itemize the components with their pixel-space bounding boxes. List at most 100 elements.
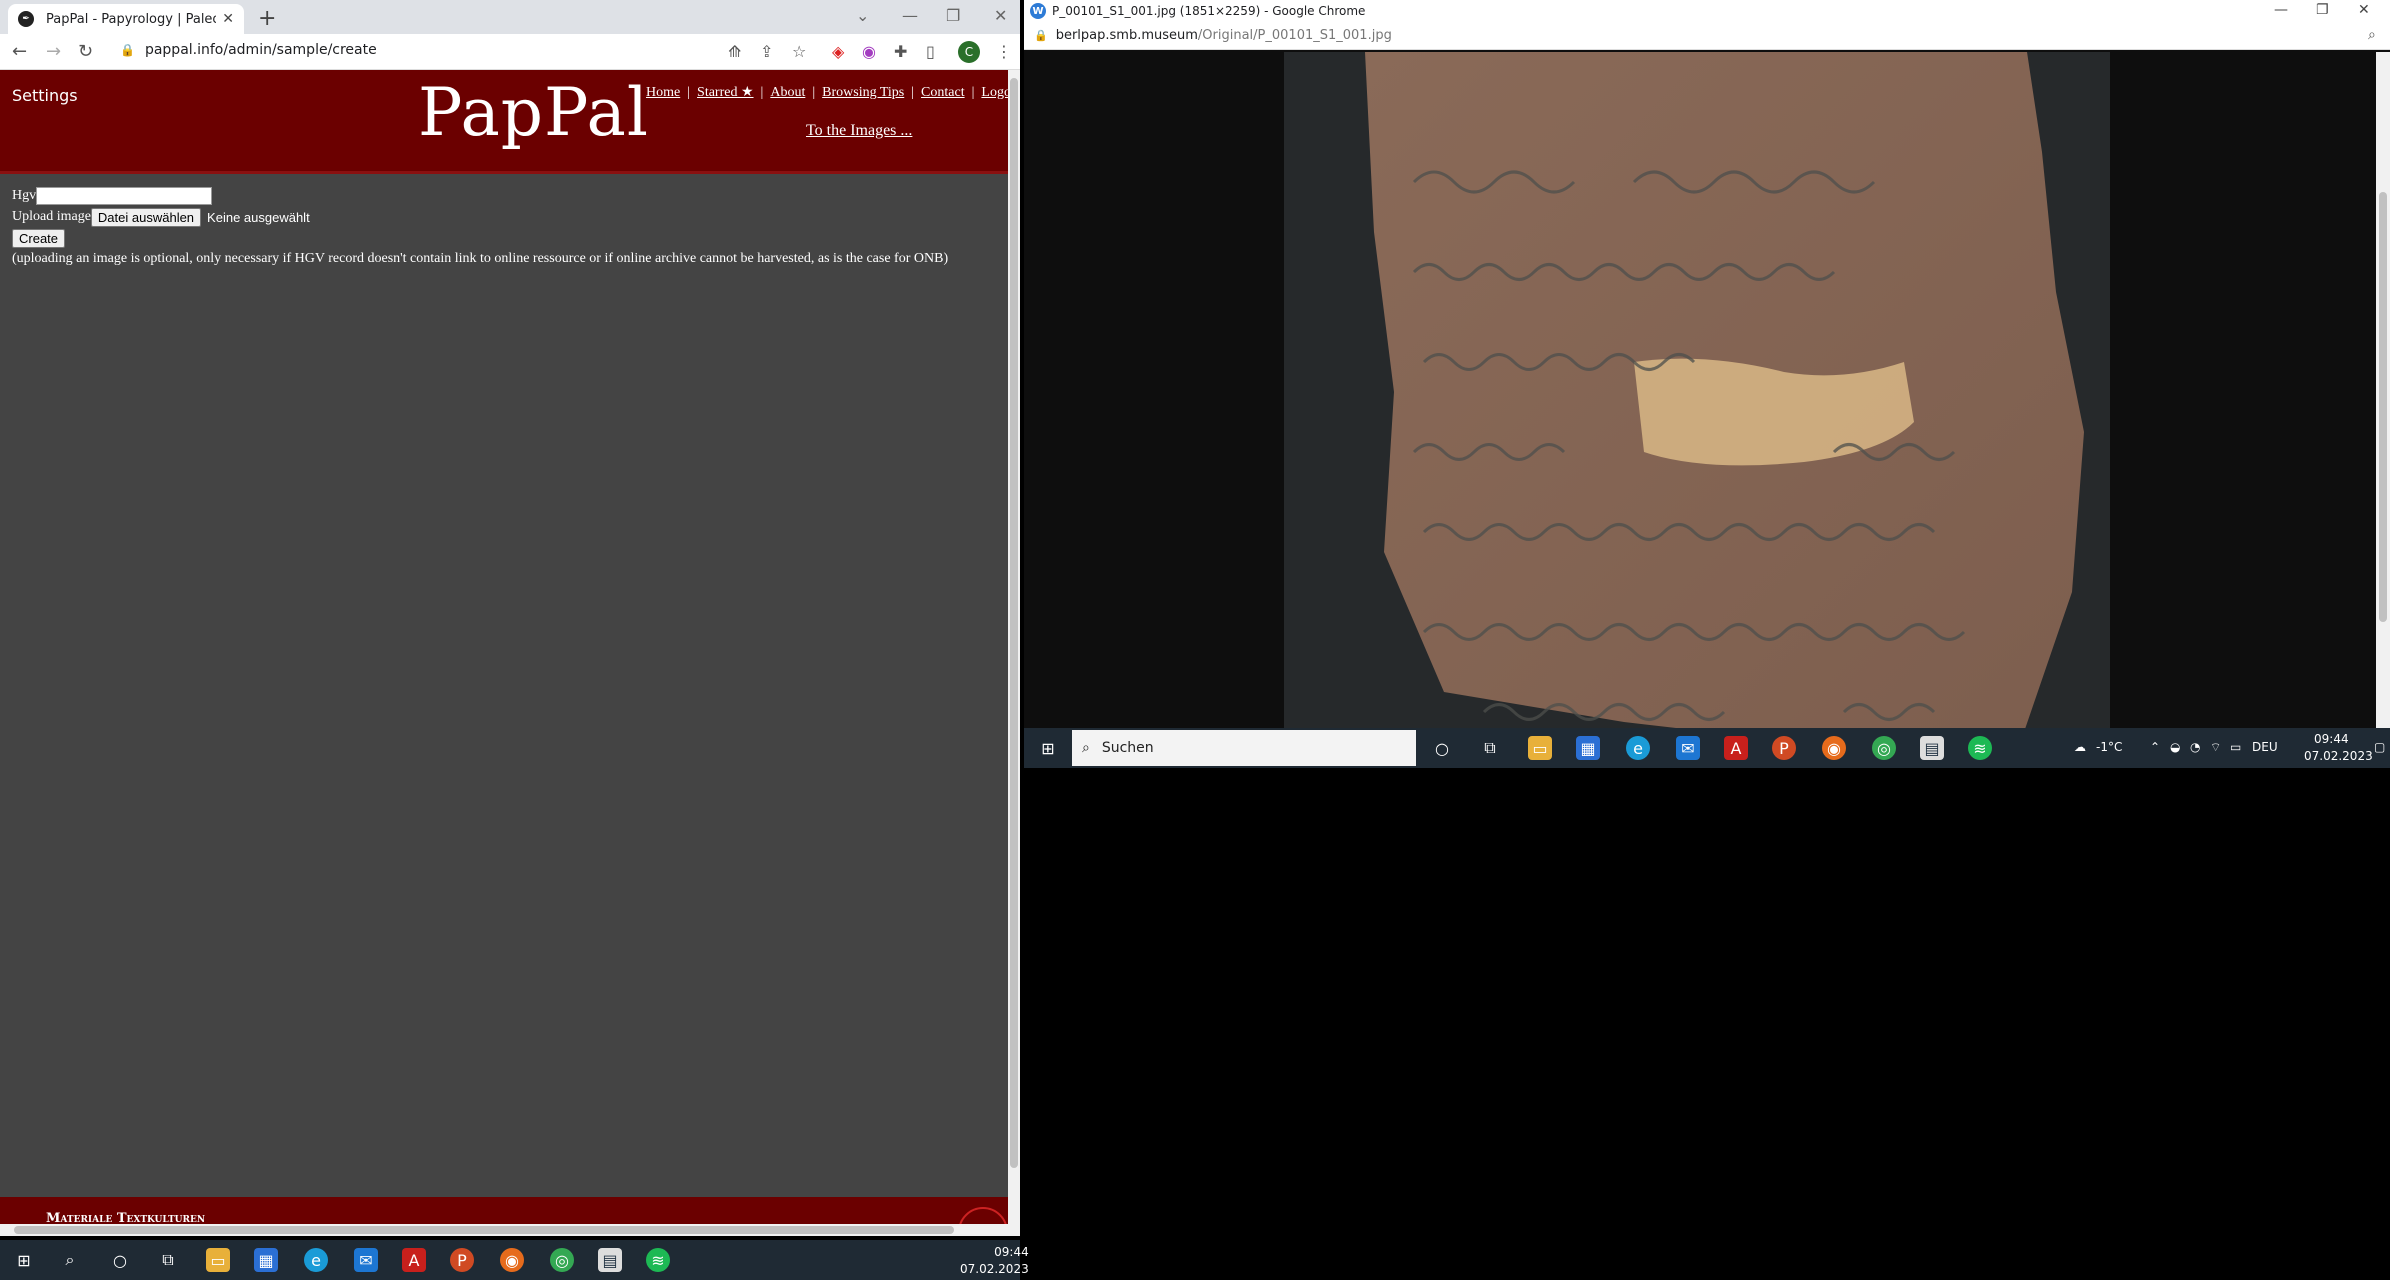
- minimize-icon[interactable]: —: [902, 6, 918, 25]
- cortana-icon[interactable]: ○: [108, 1248, 132, 1272]
- powerpoint-icon[interactable]: P: [450, 1248, 474, 1272]
- notifications-icon[interactable]: ▢: [2374, 740, 2385, 754]
- right-address-bar[interactable]: 🔒 berlpap.smb.museum/Original/P_00101_S1_…: [1024, 22, 2390, 50]
- taskbar-search[interactable]: ⌕ Suchen: [1072, 730, 1416, 766]
- horizontal-scroll-thumb[interactable]: [14, 1226, 954, 1234]
- app-window-icon[interactable]: ▤: [1920, 736, 1944, 760]
- inner-taskbar: ⊞ ⌕ Suchen ○ ⧉ ▭ ▦ e ✉ A P ◉ ◎ ▤ ≋ ☁ -1°C…: [1024, 728, 2390, 768]
- powerpoint-icon[interactable]: P: [1772, 736, 1796, 760]
- acrobat-icon[interactable]: A: [1724, 736, 1748, 760]
- address-bar-row: ← → ↻ 🔒 pappal.info/admin/sample/create ⟰…: [0, 34, 1020, 70]
- zoom-icon[interactable]: ⌕: [2368, 27, 2376, 43]
- mail-icon[interactable]: ✉: [1676, 736, 1700, 760]
- close-window-icon[interactable]: ✕: [994, 6, 1007, 25]
- task-view-icon[interactable]: ⧉: [1478, 736, 1502, 760]
- nav-about[interactable]: About: [770, 85, 805, 100]
- edge-icon[interactable]: e: [1626, 736, 1650, 760]
- nav-contact[interactable]: Contact: [921, 85, 965, 100]
- volume-icon[interactable]: ◔: [2190, 740, 2200, 754]
- ostracon-sherd: [1365, 52, 2084, 728]
- firefox-icon[interactable]: ◉: [500, 1248, 524, 1272]
- create-button[interactable]: Create: [12, 228, 66, 248]
- close-tab-icon[interactable]: ✕: [222, 11, 234, 27]
- share-icon[interactable]: ⇪: [760, 42, 773, 61]
- upload-image-label: Upload image: [12, 209, 91, 224]
- store-icon[interactable]: ▦: [254, 1248, 278, 1272]
- acrobat-icon[interactable]: A: [402, 1248, 426, 1272]
- search-icon[interactable]: ⌕: [58, 1248, 82, 1272]
- edge-icon[interactable]: e: [304, 1248, 328, 1272]
- side-panel-icon[interactable]: ▯: [926, 42, 935, 61]
- nav-browsing-tips[interactable]: Browsing Tips: [822, 85, 904, 100]
- chrome-icon[interactable]: ◎: [550, 1248, 574, 1272]
- extension-purple-icon[interactable]: ◉: [862, 42, 876, 61]
- menu-icon[interactable]: ⋮: [996, 42, 1012, 61]
- nav-home[interactable]: Home: [646, 85, 680, 100]
- url-path: /Original/P_00101_S1_001.jpg: [1197, 28, 1392, 43]
- clock-date: 07.02.2023: [2304, 749, 2373, 763]
- mail-icon[interactable]: ✉: [354, 1248, 378, 1272]
- back-icon[interactable]: ←: [12, 41, 27, 62]
- tab-title: PapPal - Papyrology | Paleograph: [46, 11, 216, 27]
- vertical-scroll-thumb[interactable]: [1010, 78, 1018, 1168]
- search-icon: ⌕: [1082, 740, 1090, 756]
- translate-icon[interactable]: ⟰: [728, 42, 741, 61]
- restore-icon[interactable]: ❐: [946, 6, 960, 25]
- vertical-scrollbar[interactable]: [1008, 70, 1020, 1236]
- outer-clock-time: 09:44: [994, 1245, 1029, 1259]
- windows-start-icon[interactable]: ⊞: [12, 1248, 36, 1272]
- settings-link[interactable]: Settings: [12, 86, 78, 105]
- file-explorer-icon[interactable]: ▭: [1528, 736, 1552, 760]
- url-field[interactable]: 🔒 pappal.info/admin/sample/create: [120, 42, 377, 58]
- choose-file-button[interactable]: Datei auswählen: [90, 207, 202, 227]
- left-browser-window: ✒ PapPal - Papyrology | Paleograph ✕ + ⌄…: [0, 0, 1020, 1236]
- close-window-icon[interactable]: ✕: [2358, 2, 2370, 18]
- network-icon[interactable]: ◒: [2170, 740, 2180, 754]
- language-indicator[interactable]: DEU: [2252, 740, 2278, 754]
- create-sample-form: Hgv Upload image Datei auswählen Keine a…: [12, 186, 948, 267]
- app-window-icon[interactable]: ▤: [598, 1248, 622, 1272]
- search-placeholder: Suchen: [1101, 740, 1154, 756]
- outer-taskbar: ⊞ ⌕ ○ ⧉ ▭ ▦ e ✉ A P ◉ ◎ ▤ ≋ 09:44 07.02.…: [0, 1240, 1029, 1280]
- spotify-icon[interactable]: ≋: [646, 1248, 670, 1272]
- tray-chevron-icon[interactable]: ⌃: [2150, 740, 2160, 754]
- task-view-icon[interactable]: ⧉: [156, 1248, 180, 1272]
- extension-red-icon[interactable]: ◈: [832, 42, 844, 61]
- reload-icon[interactable]: ↻: [78, 41, 93, 62]
- tab-pappal[interactable]: ✒ PapPal - Papyrology | Paleograph ✕: [8, 4, 244, 34]
- new-tab-icon[interactable]: +: [258, 6, 276, 31]
- bookmark-star-icon[interactable]: ☆: [792, 42, 806, 61]
- weather-text: -1°C: [2096, 740, 2123, 754]
- lock-icon: 🔒: [120, 43, 135, 57]
- wifi-icon[interactable]: ⌔: [2210, 740, 2221, 755]
- firefox-icon[interactable]: ◉: [1822, 736, 1846, 760]
- clock-time: 09:44: [2314, 732, 2349, 746]
- nav-starred[interactable]: Starred ★: [697, 85, 753, 100]
- restore-icon[interactable]: ❐: [2316, 2, 2329, 18]
- outer-clock-date: 07.02.2023: [960, 1262, 1029, 1276]
- windows-start-icon[interactable]: ⊞: [1036, 736, 1060, 760]
- tab-search-chevron-icon[interactable]: ⌄: [856, 6, 869, 25]
- right-url-field[interactable]: 🔒 berlpap.smb.museum/Original/P_00101_S1_…: [1034, 28, 1392, 43]
- spotify-icon[interactable]: ≋: [1968, 736, 1992, 760]
- no-file-selected-text: Keine ausgewählt: [207, 209, 310, 225]
- extensions-puzzle-icon[interactable]: ✚: [894, 42, 907, 61]
- right-scroll-thumb[interactable]: [2379, 192, 2387, 622]
- horizontal-scrollbar[interactable]: [0, 1224, 1008, 1236]
- weather-icon[interactable]: ☁: [2074, 740, 2086, 754]
- cortana-icon[interactable]: ○: [1430, 736, 1454, 760]
- to-images-link[interactable]: To the Images ...: [806, 122, 912, 140]
- forward-icon[interactable]: →: [46, 41, 61, 62]
- profile-avatar[interactable]: C: [958, 41, 980, 63]
- upload-note: (uploading an image is optional, only ne…: [12, 251, 949, 266]
- chrome-icon[interactable]: ◎: [1872, 736, 1896, 760]
- papyrus-image: [1284, 52, 2110, 728]
- file-explorer-icon[interactable]: ▭: [206, 1248, 230, 1272]
- store-icon[interactable]: ▦: [1576, 736, 1600, 760]
- right-vertical-scrollbar[interactable]: [2376, 52, 2390, 728]
- hgv-input[interactable]: [36, 187, 213, 205]
- site-header: Settings PapPal Home | Starred ★ | About | Bro…: [0, 70, 1018, 174]
- battery-icon[interactable]: ▭: [2230, 740, 2241, 754]
- right-title-bar: W P_00101_S1_001.jpg (1851×2259) - Googl…: [1024, 0, 2390, 22]
- minimize-icon[interactable]: —: [2274, 2, 2288, 18]
